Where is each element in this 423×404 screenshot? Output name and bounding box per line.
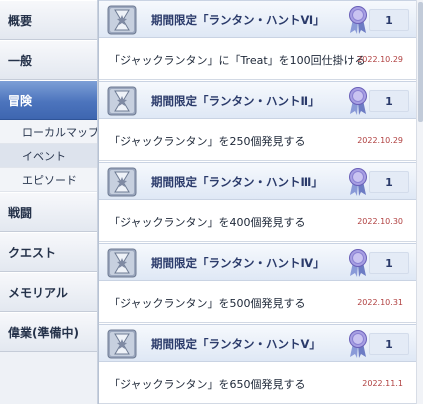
achievement-entry: 期間限定「ランタン・ハントⅡ」 1 「ジャックランタン」を250個発見する 20…	[99, 81, 417, 161]
sidebar-item-overview[interactable]: 概要	[0, 0, 97, 40]
sidebar-subitem-episode[interactable]: エピソード	[0, 168, 97, 192]
scrollbar-thumb[interactable]	[418, 2, 423, 122]
achievement-title: 期間限定「ランタン・ハントⅥ」	[151, 13, 325, 27]
hourglass-star-icon	[107, 329, 137, 359]
achievement-entry: 期間限定「ランタン・ハントⅣ」 1 「ジャックランタン」を500個発見する 20…	[99, 243, 417, 323]
achievement-date: 2022.10.31	[357, 298, 403, 307]
achievement-description: 「ジャックランタン」を650個発見する	[109, 378, 306, 391]
medal-icon	[349, 87, 367, 115]
achievement-date: 2022.10.30	[357, 217, 403, 226]
scrollbar[interactable]	[416, 0, 423, 404]
achievement-title: 期間限定「ランタン・ハントⅣ」	[151, 256, 325, 270]
sidebar: 概要 一般 冒険 ローカルマップ イベント エピソード 戦闘 クエスト メモリア…	[0, 0, 98, 404]
medal-icon	[349, 6, 367, 34]
sidebar-item-label: 偉業(準備中)	[8, 325, 79, 340]
achievement-header: 期間限定「ランタン・ハントⅤ」 1	[99, 324, 417, 362]
sidebar-subitem-label: ローカルマップ	[22, 125, 97, 139]
achievement-body: 「ジャックランタン」を650個発見する 2022.11.1	[99, 362, 417, 404]
achievement-date: 2022.10.29	[357, 136, 403, 145]
achievement-list: 期間限定「ランタン・ハントⅥ」 1 「ジャックランタン」に「Treat」を100…	[98, 0, 423, 404]
medal-icon	[349, 330, 367, 358]
achievement-count: 1	[369, 171, 409, 193]
sidebar-subitem-local-map[interactable]: ローカルマップ	[0, 120, 97, 144]
achievement-title: 期間限定「ランタン・ハントⅤ」	[151, 337, 321, 351]
hourglass-star-icon	[107, 5, 137, 35]
achievement-header: 期間限定「ランタン・ハントⅥ」 1	[99, 0, 417, 38]
medal-icon	[349, 168, 367, 196]
achievement-date: 2022.10.29	[357, 55, 403, 64]
achievement-body: 「ジャックランタン」を400個発見する 2022.10.30	[99, 200, 417, 242]
sidebar-item-adventure[interactable]: 冒険	[0, 80, 97, 120]
achievement-header: 期間限定「ランタン・ハントⅢ」 1	[99, 162, 417, 200]
sidebar-subitem-label: イベント	[22, 149, 66, 163]
sidebar-item-label: 概要	[8, 13, 33, 28]
achievement-date: 2022.11.1	[362, 379, 403, 388]
hourglass-star-icon	[107, 86, 137, 116]
achievement-body: 「ジャックランタン」を500個発見する 2022.10.31	[99, 281, 417, 323]
achievement-count: 1	[369, 9, 409, 31]
hourglass-star-icon	[107, 167, 137, 197]
achievement-entry: 期間限定「ランタン・ハントⅢ」 1 「ジャックランタン」を400個発見する 20…	[99, 162, 417, 242]
achievement-count: 1	[369, 252, 409, 274]
sidebar-item-label: 一般	[8, 53, 33, 68]
achievement-count: 1	[369, 333, 409, 355]
sidebar-item-quest[interactable]: クエスト	[0, 232, 97, 272]
achievement-description: 「ジャックランタン」を500個発見する	[109, 297, 306, 310]
sidebar-item-label: 冒険	[8, 93, 33, 108]
sidebar-subitem-event[interactable]: イベント	[0, 144, 97, 168]
achievement-header: 期間限定「ランタン・ハントⅣ」 1	[99, 243, 417, 281]
achievement-description: 「ジャックランタン」に「Treat」を100回仕掛ける	[109, 54, 366, 67]
sidebar-item-label: メモリアル	[8, 285, 68, 300]
achievement-title: 期間限定「ランタン・ハントⅡ」	[151, 94, 320, 108]
achievement-entry: 期間限定「ランタン・ハントⅥ」 1 「ジャックランタン」に「Treat」を100…	[99, 0, 417, 80]
sidebar-item-general[interactable]: 一般	[0, 40, 97, 80]
achievement-title: 期間限定「ランタン・ハントⅢ」	[151, 175, 323, 189]
hourglass-star-icon	[107, 248, 137, 278]
sidebar-item-battle[interactable]: 戦闘	[0, 192, 97, 232]
medal-icon	[349, 249, 367, 277]
achievement-description: 「ジャックランタン」を400個発見する	[109, 216, 306, 229]
sidebar-subitem-label: エピソード	[22, 173, 77, 187]
sidebar-item-memorial[interactable]: メモリアル	[0, 272, 97, 312]
sidebar-item-label: 戦闘	[8, 205, 33, 220]
achievement-description: 「ジャックランタン」を250個発見する	[109, 135, 306, 148]
achievement-count: 1	[369, 90, 409, 112]
sidebar-item-feats[interactable]: 偉業(準備中)	[0, 312, 97, 352]
achievement-entry: 期間限定「ランタン・ハントⅤ」 1 「ジャックランタン」を650個発見する 20…	[99, 324, 417, 404]
sidebar-item-label: クエスト	[8, 245, 57, 260]
achievement-body: 「ジャックランタン」を250個発見する 2022.10.29	[99, 119, 417, 161]
achievement-body: 「ジャックランタン」に「Treat」を100回仕掛ける 2022.10.29	[99, 38, 417, 80]
achievement-header: 期間限定「ランタン・ハントⅡ」 1	[99, 81, 417, 119]
